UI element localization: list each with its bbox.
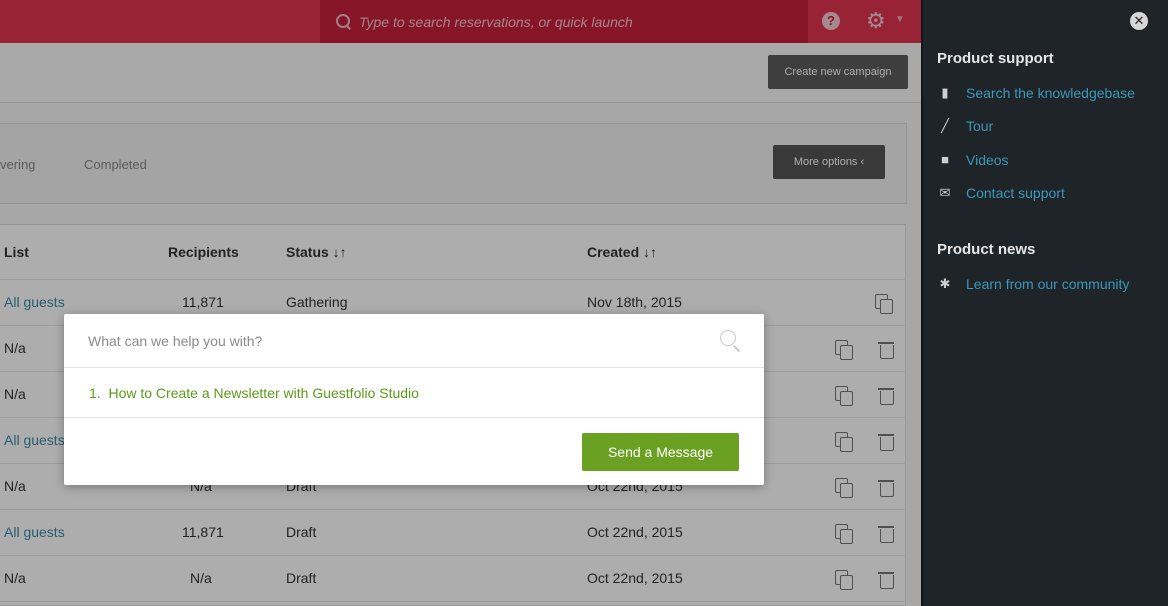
envelope-icon: ✉	[939, 185, 951, 200]
panel-item-label[interactable]: Tour	[966, 118, 993, 134]
video-camera-icon: ■	[941, 152, 949, 167]
send-message-button[interactable]: Send a Message	[582, 433, 739, 471]
app-main: Type to search reservations, or quick la…	[0, 0, 921, 606]
help-modal: 1. How to Create a Newsletter with Guest…	[64, 314, 764, 485]
product-news-heading: Product news	[937, 241, 1036, 258]
modal-backdrop[interactable]	[0, 0, 921, 606]
product-support-heading: Product support	[937, 50, 1054, 67]
panel-item-tour[interactable]: ╱ Tour	[937, 118, 993, 134]
panel-item-label[interactable]: Learn from our community	[966, 276, 1129, 292]
search-icon	[720, 330, 742, 352]
panel-item-knowledgebase[interactable]: ▮ Search the knowledgebase	[937, 85, 1135, 101]
panel-item-label[interactable]: Videos	[966, 152, 1009, 168]
panel-item-label[interactable]: Search the knowledgebase	[966, 85, 1135, 101]
help-result-item[interactable]: 1. How to Create a Newsletter with Guest…	[64, 368, 764, 418]
close-icon[interactable]: ✕	[1130, 12, 1148, 30]
result-title[interactable]: How to Create a Newsletter with Guestfol…	[108, 385, 418, 401]
magic-wand-icon: ╱	[941, 118, 949, 133]
help-search-input[interactable]	[88, 330, 708, 352]
book-icon: ▮	[941, 85, 949, 100]
asterisk-icon: ✱	[939, 276, 951, 291]
panel-item-community[interactable]: ✱ Learn from our community	[937, 276, 1130, 292]
result-number: 1.	[89, 385, 101, 401]
support-side-panel: ✕ Product support ▮ Search the knowledge…	[921, 0, 1168, 606]
help-result-link[interactable]: 1. How to Create a Newsletter with Guest…	[89, 385, 419, 401]
help-search-row	[64, 314, 764, 368]
panel-item-videos[interactable]: ■ Videos	[937, 152, 1009, 168]
panel-item-contact-support[interactable]: ✉ Contact support	[937, 185, 1065, 201]
panel-item-label[interactable]: Contact support	[966, 185, 1065, 201]
